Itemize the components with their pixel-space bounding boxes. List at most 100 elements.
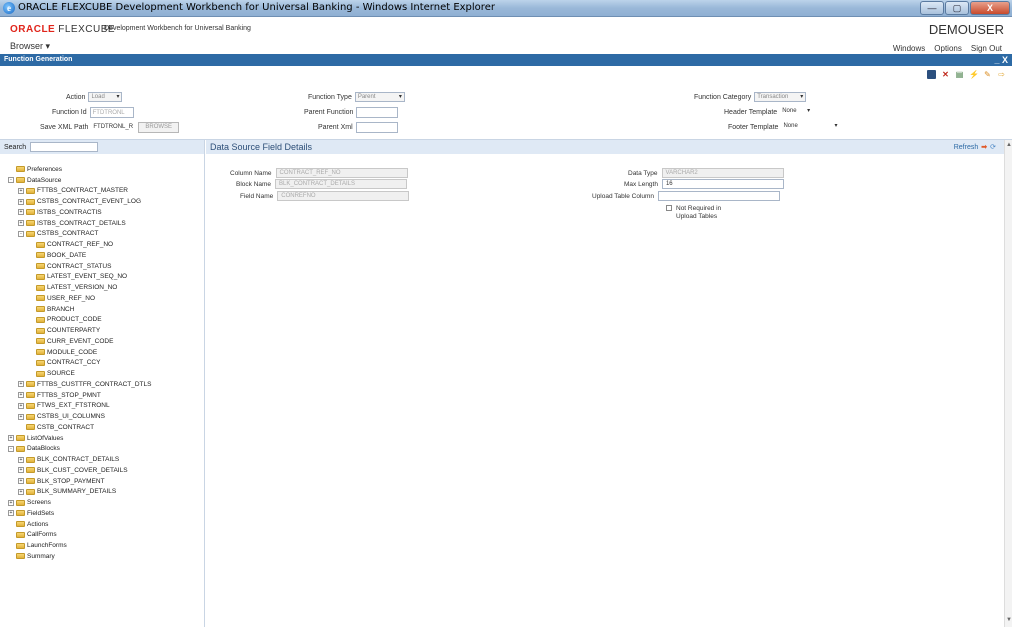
tree-node[interactable]: Preferences <box>8 164 204 175</box>
tree-node[interactable]: + ISTBS_CONTRACTIS <box>8 207 204 218</box>
tree-node[interactable]: SOURCE <box>8 368 204 379</box>
menu-windows[interactable]: Windows <box>893 44 925 53</box>
tree-node[interactable]: COUNTERPARTY <box>8 325 204 336</box>
folder-icon <box>16 542 25 549</box>
search-bar: Search <box>0 140 204 154</box>
tree-node[interactable]: MODULE_CODE <box>8 347 204 358</box>
deploy-icon[interactable]: ✎ <box>983 70 992 79</box>
browser-menu[interactable]: Browser ▾ <box>10 41 50 52</box>
list-icon[interactable]: ▤ <box>955 70 964 79</box>
upload-table-column-input[interactable] <box>658 191 781 201</box>
expand-icon[interactable]: + <box>18 478 24 485</box>
tree-node[interactable]: BRANCH <box>8 304 204 315</box>
tree-node[interactable]: CONTRACT_STATUS <box>8 261 204 272</box>
tree-node[interactable]: + FTTBS_CUSTTFR_CONTRACT_DTLS <box>8 379 204 390</box>
expand-icon[interactable]: + <box>8 510 14 517</box>
expand-icon[interactable]: + <box>18 220 24 227</box>
collapse-icon[interactable]: - <box>8 445 14 452</box>
tree-node[interactable]: + ListOfValues <box>8 433 204 444</box>
block-name-input[interactable]: BLK_CONTRACT_DETAILS <box>275 179 408 189</box>
delete-icon[interactable]: ✕ <box>941 70 950 79</box>
function-type-select[interactable]: Parent ▾ <box>354 92 405 102</box>
tree-node[interactable]: USER_REF_NO <box>8 293 204 304</box>
tree-node[interactable]: + BLK_CUST_COVER_DETAILS <box>8 465 204 476</box>
header-template-label: Header Template <box>724 108 778 116</box>
expand-icon[interactable]: + <box>18 198 24 205</box>
tree-node[interactable]: + FTTBS_CONTRACT_MASTER <box>8 186 204 197</box>
expand-icon[interactable]: + <box>18 402 24 409</box>
tree-node[interactable]: + BLK_STOP_PAYMENT <box>8 476 204 487</box>
save-icon[interactable] <box>927 70 936 79</box>
tree-node[interactable]: CONTRACT_CCY <box>8 358 204 369</box>
panel-controls[interactable]: _ X <box>994 54 1008 66</box>
tree-node[interactable]: + CSTBS_CONTRACT_EVENT_LOG <box>8 196 204 207</box>
tree-node[interactable]: BOOK_DATE <box>8 250 204 261</box>
collapse-icon[interactable]: - <box>8 177 14 184</box>
function-category-select[interactable]: Transaction ▾ <box>754 92 807 102</box>
column-name-input[interactable]: CONTRACT_REF_NO <box>275 168 408 178</box>
expand-icon[interactable]: + <box>18 209 24 216</box>
tree-node[interactable]: + CSTBS_UI_COLUMNS <box>8 411 204 422</box>
tree-node[interactable]: - CSTBS_CONTRACT <box>8 229 204 240</box>
tree-node[interactable]: CSTB_CONTRACT <box>8 422 204 433</box>
restore-button[interactable]: ▢ <box>945 1 969 15</box>
tree-node[interactable]: LaunchForms <box>8 540 204 551</box>
action-select[interactable]: Load ▾ <box>88 92 123 102</box>
expand-icon[interactable]: + <box>18 187 24 194</box>
folder-icon <box>16 445 25 452</box>
tree-node[interactable]: CURR_EVENT_CODE <box>8 336 204 347</box>
tree-node[interactable]: - DataSource <box>8 175 204 186</box>
tree-node-label: CSTB_CONTRACT <box>37 423 95 431</box>
refresh-button[interactable]: Refresh ➡ ⟳ <box>954 143 996 152</box>
tree-node[interactable]: LATEST_VERSION_NO <box>8 282 204 293</box>
menu-sign-out[interactable]: Sign Out <box>971 44 1002 53</box>
menu-options[interactable]: Options <box>934 44 962 53</box>
expand-icon[interactable]: + <box>18 467 24 474</box>
tree-node[interactable]: + BLK_SUMMARY_DETAILS <box>8 487 204 498</box>
expand-icon[interactable]: + <box>8 435 14 442</box>
folder-icon <box>26 478 35 485</box>
collapse-icon[interactable]: - <box>18 230 24 237</box>
header-template-select[interactable]: None ▾ <box>780 107 813 117</box>
max-length-input[interactable]: 16 <box>661 179 784 189</box>
vertical-scrollbar[interactable]: ▲ ▼ <box>1004 140 1012 627</box>
field-name-input[interactable]: CONREFNO <box>277 191 410 201</box>
function-id-input[interactable]: FTDTRONL <box>89 107 134 118</box>
tree-node[interactable]: + FTWS_EXT_FTSTRONL <box>8 401 204 412</box>
expand-icon[interactable]: + <box>18 381 24 388</box>
expand-icon[interactable]: + <box>18 392 24 399</box>
chevron-down-icon: ▾ <box>45 41 51 51</box>
data-type-input[interactable]: VARCHAR2 <box>661 168 784 178</box>
tree-node[interactable]: CallForms <box>8 530 204 541</box>
search-input[interactable] <box>30 142 99 152</box>
scroll-down-icon[interactable]: ▼ <box>1005 617 1012 623</box>
tree-node[interactable]: CONTRACT_REF_NO <box>8 239 204 250</box>
tree-node[interactable]: PRODUCT_CODE <box>8 315 204 326</box>
parent-function-input[interactable] <box>356 107 399 118</box>
tree-node[interactable]: + Screens <box>8 497 204 508</box>
footer-template-select[interactable]: None ▾ <box>781 122 840 132</box>
close-window-button[interactable]: X <box>970 1 1010 15</box>
exit-icon[interactable]: ⇨ <box>997 70 1006 79</box>
tree-node[interactable]: LATEST_EVENT_SEQ_NO <box>8 272 204 283</box>
tree-node[interactable]: - DataBlocks <box>8 444 204 455</box>
expand-icon[interactable]: + <box>8 499 14 506</box>
minimize-button[interactable]: — <box>920 1 944 15</box>
not-required-field: Not Required in Upload Tables <box>666 205 721 221</box>
scroll-up-icon[interactable]: ▲ <box>1005 142 1012 148</box>
expand-icon[interactable]: + <box>18 456 24 463</box>
tree-node[interactable]: + FTTBS_STOP_PMNT <box>8 390 204 401</box>
browse-button[interactable]: BROWSE <box>138 122 180 133</box>
tree-node[interactable]: + ISTBS_CONTRACT_DETAILS <box>8 218 204 229</box>
parent-xml-input[interactable] <box>355 122 398 133</box>
generate-icon[interactable]: ⚡ <box>969 70 979 79</box>
tree-node[interactable]: + BLK_CONTRACT_DETAILS <box>8 454 204 465</box>
tree-node[interactable]: + FieldSets <box>8 508 204 519</box>
not-required-checkbox[interactable] <box>666 205 672 211</box>
expand-icon[interactable]: + <box>18 413 24 420</box>
tree-node[interactable]: Summary <box>8 551 204 562</box>
tree-node[interactable]: Actions <box>8 519 204 530</box>
expand-icon[interactable]: + <box>18 488 24 495</box>
save-xml-input[interactable]: FTDTRONL_R <box>91 122 136 133</box>
